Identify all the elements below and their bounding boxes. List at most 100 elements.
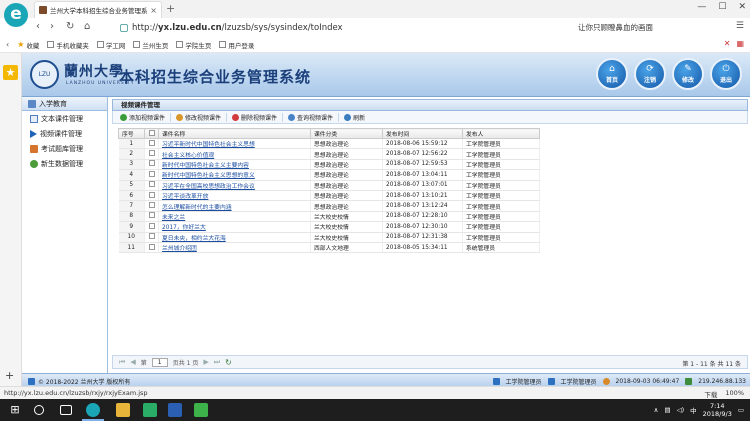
- network-tray-icon[interactable]: ▤: [664, 406, 670, 414]
- courseware-name[interactable]: 怎么理解新时代的主要内涵: [158, 200, 311, 212]
- bookmark-item[interactable]: 兰州生页: [133, 40, 168, 50]
- search-suggestion[interactable]: 让你只顾瞪鼻血的画面: [578, 22, 653, 33]
- row-checkbox[interactable]: [148, 160, 155, 167]
- home-button[interactable]: ⌂ 首页: [596, 58, 628, 90]
- task-view-icon[interactable]: [60, 405, 72, 415]
- row-checkbox[interactable]: [148, 212, 155, 219]
- refresh-button[interactable]: 刷新: [341, 113, 368, 122]
- table-row[interactable]: 4 新时代中国特色社会主义思想的意义 思想政治理论 2018-08-07 13:04:…: [118, 169, 540, 181]
- bookmark-item[interactable]: 学工网: [96, 40, 125, 50]
- courseware-link[interactable]: 未来之兰: [162, 215, 185, 221]
- courseware-name[interactable]: 社会主义核心价值观: [158, 148, 311, 160]
- favorites-star-icon[interactable]: ★: [3, 65, 18, 80]
- row-checkbox-cell[interactable]: [144, 169, 159, 181]
- refresh-icon[interactable]: ↻: [66, 21, 74, 32]
- courseware-name[interactable]: 新时代中国特色社会主义思想的意义: [158, 169, 311, 181]
- edit-video-button[interactable]: 修改视频课件: [173, 113, 224, 122]
- add-video-button[interactable]: 添加视频课件: [117, 113, 168, 122]
- edit-button[interactable]: ✎ 修改: [672, 58, 704, 90]
- row-checkbox[interactable]: [148, 202, 155, 209]
- row-checkbox-cell[interactable]: [144, 242, 159, 254]
- new-tab-button[interactable]: +: [166, 2, 175, 15]
- search-video-button[interactable]: 查询视频课件: [285, 113, 336, 122]
- bookmark-favorites[interactable]: ★ 收藏: [17, 40, 39, 50]
- table-row[interactable]: 9 2017，你好兰大 兰大校史校情 2018-08-07 12:30:10 工学院管理…: [118, 221, 540, 233]
- courseware-link[interactable]: 习近平谈改革开放: [162, 194, 208, 200]
- courseware-link[interactable]: 社会主义核心价值观: [162, 153, 214, 159]
- close-window-icon[interactable]: ✕: [738, 2, 746, 12]
- bookmarks-collapse-icon[interactable]: ‹: [6, 40, 9, 49]
- courseware-link[interactable]: 新时代中国特色社会主义思想的意义: [162, 173, 255, 179]
- courseware-name[interactable]: 夏日未央，相约兰大花海: [158, 232, 311, 243]
- courseware-link[interactable]: 怎么理解新时代的主要内涵: [162, 205, 232, 211]
- download-button[interactable]: 下载: [704, 389, 717, 399]
- add-icon[interactable]: +: [5, 369, 14, 382]
- courseware-link[interactable]: 2017，你好兰大: [162, 225, 206, 231]
- url-field[interactable]: http://yx.lzu.edu.cn/lzuzsb/sys/sysindex…: [120, 21, 540, 34]
- courseware-link[interactable]: 新时代中国特色社会主义主要内容: [162, 163, 249, 169]
- search-icon[interactable]: [34, 405, 44, 415]
- bookmark-item[interactable]: 学院生页: [176, 40, 211, 50]
- word-icon[interactable]: [168, 403, 182, 417]
- table-row[interactable]: 7 怎么理解新时代的主要内涵 思想政治理论 2018-08-07 13:12:24 工学…: [118, 200, 540, 212]
- row-checkbox-cell[interactable]: [144, 180, 159, 191]
- maximize-icon[interactable]: ☐: [718, 2, 726, 12]
- app-icon[interactable]: [194, 403, 208, 417]
- delete-video-button[interactable]: 删除视频课件: [229, 113, 280, 122]
- refresh-icon[interactable]: ↻: [225, 358, 232, 367]
- row-checkbox-cell[interactable]: [144, 221, 159, 233]
- forward-icon[interactable]: ›: [50, 21, 54, 32]
- browser-tab[interactable]: 兰州大学本科招生综合业务管理系统 ×: [34, 1, 162, 18]
- minimize-icon[interactable]: —: [697, 2, 706, 12]
- browser-logo-icon[interactable]: e: [4, 3, 28, 27]
- next-page-icon[interactable]: ▶: [203, 358, 208, 366]
- close-icon[interactable]: ✕: [724, 39, 731, 48]
- row-checkbox[interactable]: [148, 222, 155, 229]
- notification-icon[interactable]: ▭: [738, 406, 744, 414]
- bookmark-item[interactable]: 手机收藏夹: [47, 40, 89, 50]
- wechat-icon[interactable]: [143, 403, 157, 417]
- courseware-name[interactable]: 习近平谈改革开放: [158, 190, 311, 202]
- clock[interactable]: 7:14 2018/9/3: [703, 402, 732, 418]
- courseware-name[interactable]: 习近平在全国高校思想政治工作会议: [158, 180, 311, 191]
- windows-start-icon[interactable]: ⊞: [8, 403, 22, 417]
- row-checkbox-cell[interactable]: [144, 159, 159, 171]
- table-row[interactable]: 5 习近平在全国高校思想政治工作会议 思想政治理论 2018-08-07 13:07:…: [118, 180, 540, 191]
- first-page-icon[interactable]: ⏮: [119, 358, 125, 367]
- row-checkbox[interactable]: [148, 150, 155, 157]
- table-row[interactable]: 8 未来之兰 兰大校史校情 2018-08-07 12:28:10 工学院管理员: [118, 211, 540, 223]
- courseware-name[interactable]: 新时代中国特色社会主义主要内容: [158, 159, 311, 171]
- col-header-select[interactable]: [144, 128, 159, 139]
- row-checkbox-cell[interactable]: [144, 200, 159, 212]
- courseware-link[interactable]: 习近平新时代中国特色社会主义思想: [162, 142, 255, 148]
- row-checkbox[interactable]: [148, 191, 155, 198]
- logoff-button[interactable]: ⟳ 注销: [634, 58, 666, 90]
- home-nav-icon[interactable]: ⌂: [84, 21, 90, 32]
- row-checkbox[interactable]: [148, 170, 155, 177]
- table-row[interactable]: 3 新时代中国特色社会主义主要内容 思想政治理论 2018-08-07 12:59:5…: [118, 159, 540, 171]
- courseware-name[interactable]: 兰州城介绍团: [158, 242, 311, 254]
- sidebar-item-video-courseware[interactable]: 视频课件管理: [22, 126, 107, 141]
- courseware-link[interactable]: 兰州城介绍团: [162, 246, 197, 252]
- prev-page-icon[interactable]: ◀: [130, 358, 135, 366]
- select-all-checkbox[interactable]: [148, 129, 155, 136]
- exit-button[interactable]: ⏻ 退出: [710, 58, 742, 90]
- menu-group-header[interactable]: 入学教育: [22, 97, 107, 111]
- row-checkbox-cell[interactable]: [144, 148, 159, 160]
- row-checkbox[interactable]: [148, 139, 155, 146]
- zoom-level[interactable]: 100%: [725, 389, 744, 399]
- row-checkbox[interactable]: [148, 233, 155, 240]
- back-icon[interactable]: ‹: [36, 21, 40, 32]
- sidebar-item-exam-bank[interactable]: 考试题库管理: [22, 141, 107, 156]
- row-checkbox[interactable]: [148, 243, 155, 250]
- table-row[interactable]: 6 习近平谈改革开放 思想政治理论 2018-08-07 13:10:21 工学院管理员: [118, 190, 540, 202]
- page-input[interactable]: 1: [151, 357, 168, 367]
- tab-close-button[interactable]: ×: [150, 6, 157, 15]
- sidebar-item-student-data[interactable]: 新生数据管理: [22, 156, 107, 171]
- last-page-icon[interactable]: ⏭: [214, 358, 220, 367]
- courseware-link[interactable]: 夏日未央，相约兰大花海: [162, 236, 226, 242]
- courseware-name[interactable]: 习近平新时代中国特色社会主义思想: [158, 138, 311, 150]
- courseware-link[interactable]: 习近平在全国高校思想政治工作会议: [162, 184, 255, 190]
- row-checkbox-cell[interactable]: [144, 211, 159, 223]
- table-row[interactable]: 1 习近平新时代中国特色社会主义思想 思想政治理论 2018-08-06 15:59:…: [118, 138, 540, 150]
